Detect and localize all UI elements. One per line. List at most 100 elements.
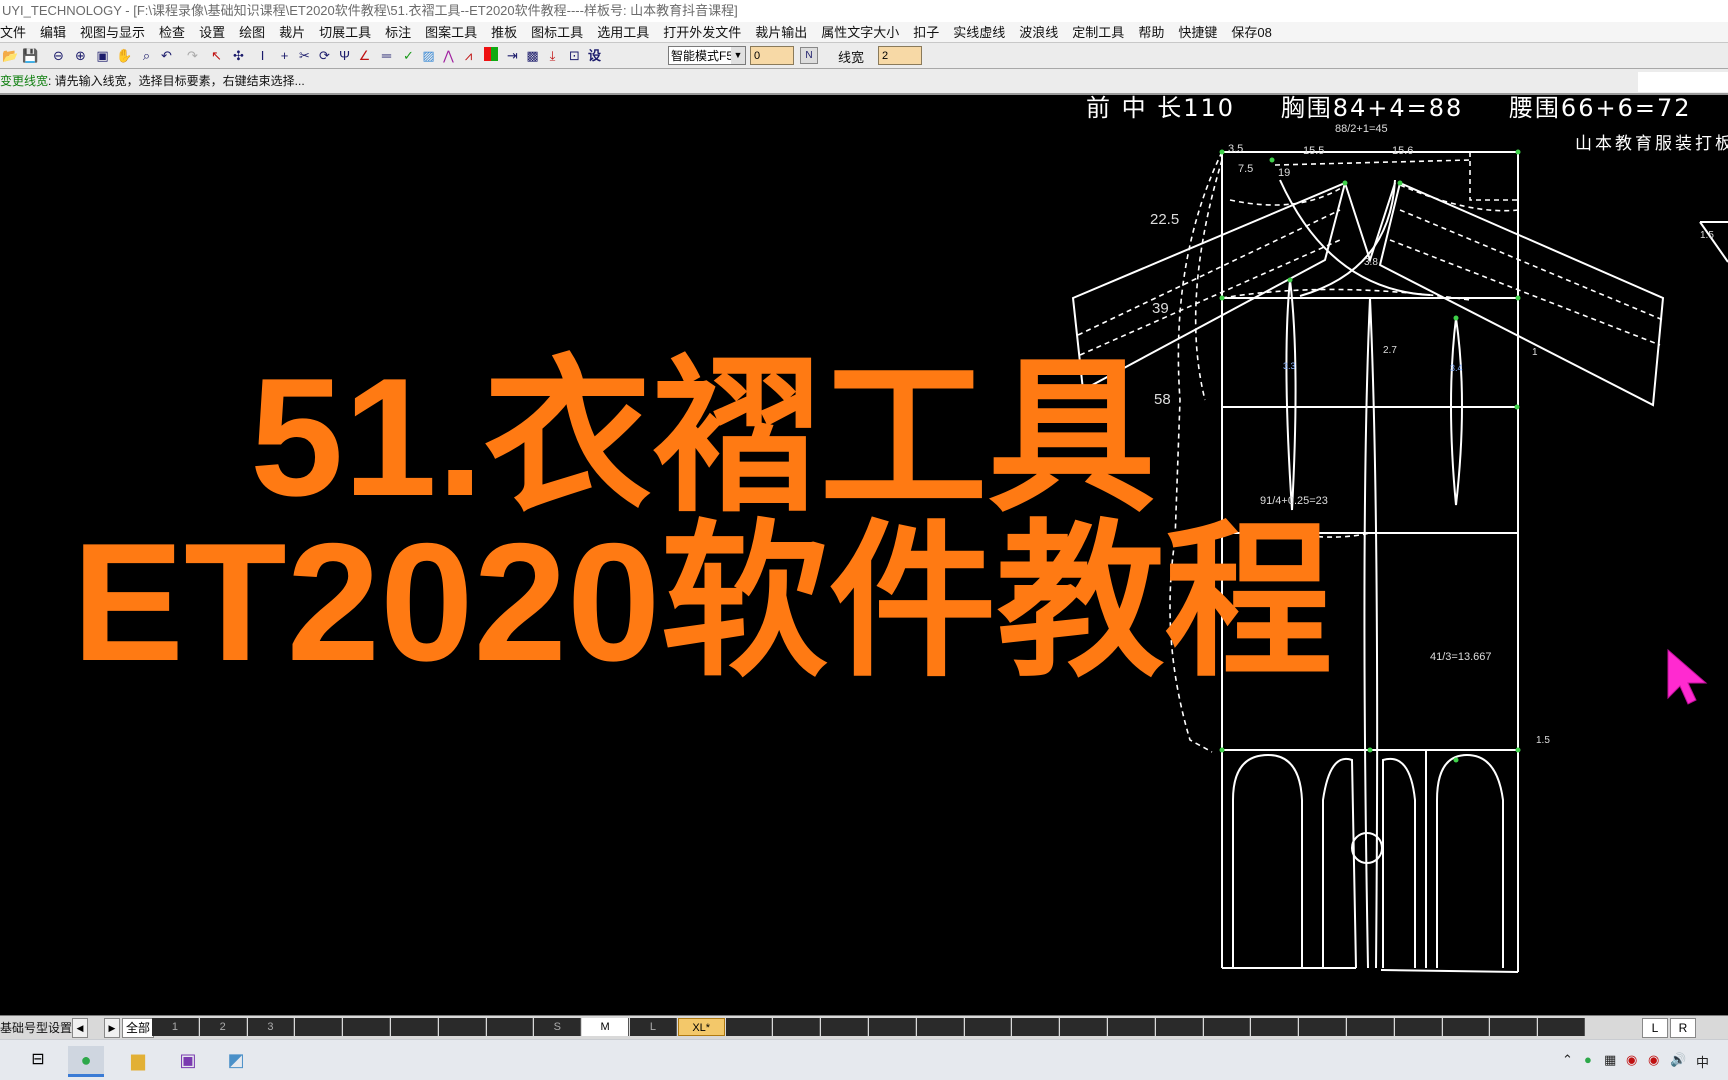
size-cell[interactable] [1347,1018,1394,1036]
menu-item[interactable]: 打开外发文件 [663,22,741,42]
menu-item[interactable]: 检查 [159,22,185,42]
arrow-down-icon[interactable]: ⤓ [544,47,561,64]
input-method-indicator[interactable]: 中 [1696,1052,1709,1071]
tray-chevron-up-icon[interactable]: ⌃ [1562,1052,1573,1068]
color-palette-icon[interactable] [482,47,499,64]
menu-item[interactable]: 实线虚线 [953,22,1005,42]
hatch-icon[interactable]: ▨ [420,47,437,64]
select-arrow-icon[interactable]: ↖ [208,47,225,64]
menu-item[interactable]: 定制工具 [1072,22,1124,42]
size-cell[interactable] [1012,1018,1060,1036]
mirror-icon[interactable]: Ψ [336,47,353,64]
menu-item[interactable]: 编辑 [40,22,66,42]
size-cell[interactable] [1299,1018,1346,1036]
tray-qq-icon[interactable]: ◉ [1626,1052,1637,1068]
menu-item[interactable]: 波浪线 [1019,22,1058,42]
open-file-icon[interactable]: 📂 [2,47,19,64]
task-view-icon[interactable]: ⊟ [24,1046,52,1074]
size-cell[interactable] [1060,1018,1107,1036]
line-tool-icon[interactable]: ∠ [356,47,373,64]
menu-item[interactable]: 选用工具 [597,22,649,42]
paint-app-icon[interactable]: ▣ [174,1046,202,1074]
add-point-icon[interactable]: + [276,47,293,64]
size-cell[interactable] [1394,1018,1442,1036]
size-cell[interactable] [964,1018,1012,1036]
menu-item[interactable]: 标注 [385,22,411,42]
pleat-tool-icon[interactable]: ⩘ [460,47,477,64]
tray-qq2-icon[interactable]: ◉ [1648,1052,1659,1068]
settings-button[interactable]: 设 [586,47,603,64]
size-cell[interactable] [391,1018,438,1036]
size-cell[interactable] [869,1018,916,1036]
size-cell[interactable]: XL* [677,1018,725,1036]
zoom-fit-icon[interactable]: ⌕ [138,47,155,64]
size-cell[interactable] [1538,1018,1585,1036]
size-cell[interactable] [438,1018,486,1036]
size-cell[interactable]: 3 [247,1018,295,1036]
split-icon[interactable]: ⇥ [504,47,521,64]
size-cell[interactable] [1442,1018,1490,1036]
parallel-line-icon[interactable]: ═ [378,47,395,64]
all-sizes-button[interactable]: 全部 [122,1018,155,1038]
menu-item[interactable]: 帮助 [1138,22,1164,42]
menu-item[interactable]: 裁片 [279,22,305,42]
menu-item[interactable]: 推板 [491,22,517,42]
menu-item[interactable]: 视图与显示 [80,22,145,42]
check-icon[interactable]: ✓ [400,47,417,64]
move-icon[interactable]: ✣ [230,47,247,64]
size-cell[interactable] [1155,1018,1203,1036]
size-cell[interactable] [916,1018,964,1036]
menu-item[interactable]: 设置 [199,22,225,42]
size-cell[interactable] [343,1018,390,1036]
image-icon[interactable]: ▩ [524,47,541,64]
size-cell[interactable]: M [582,1018,629,1036]
file-explorer-icon[interactable]: ▆ [124,1046,152,1074]
wechat-icon[interactable]: ● [68,1046,104,1077]
line-width-input[interactable]: 2 [878,46,922,65]
undo-icon[interactable]: ↶ [158,47,175,64]
dart-icon[interactable]: ⋀ [440,47,457,64]
rotate-icon[interactable]: ⟳ [316,47,333,64]
size-cell[interactable]: 2 [199,1018,247,1036]
size-cell[interactable]: L [630,1018,677,1036]
right-button[interactable]: R [1670,1018,1696,1038]
menu-item[interactable]: 扣子 [913,22,939,42]
pan-hand-icon[interactable]: ✋ [116,47,133,64]
size-set-label[interactable]: 基础号型设置 [0,1019,72,1036]
size-cell[interactable] [1203,1018,1251,1036]
menu-item[interactable]: 图案工具 [425,22,477,42]
redo-icon[interactable]: ↷ [184,47,201,64]
drawing-canvas[interactable]: 前 中 长110 胸围84+4=88 腰围66+6=72 山本教育服装打板 88… [0,95,1728,1015]
size-cell[interactable] [295,1018,343,1036]
menu-item[interactable]: 保存08 [1231,22,1271,42]
tray-wechat-icon[interactable]: ● [1584,1052,1592,1067]
menu-item[interactable]: 图标工具 [531,22,583,42]
menu-item[interactable]: 属性文字大小 [821,22,899,42]
measure-icon[interactable]: ⊡ [566,47,583,64]
text-cursor-icon[interactable]: I [254,47,271,64]
menu-item[interactable]: 裁片输出 [755,22,807,42]
size-cell[interactable] [773,1018,821,1036]
menu-item[interactable]: 切展工具 [319,22,371,42]
command-input[interactable] [1638,72,1728,92]
unit-toggle-icon[interactable]: N [800,47,818,64]
size-cell[interactable] [725,1018,773,1036]
chevron-down-icon[interactable]: ▼ [731,47,745,64]
value-input[interactable]: 0 [750,46,794,65]
size-cell[interactable] [1108,1018,1155,1036]
zoom-window-icon[interactable]: ▣ [94,47,111,64]
menu-item[interactable]: 绘图 [239,22,265,42]
cad-app-icon[interactable]: ◩ [222,1046,250,1074]
cut-icon[interactable]: ✂ [296,47,313,64]
size-cell[interactable] [486,1018,534,1036]
size-cell[interactable] [1490,1018,1538,1036]
left-button[interactable]: L [1642,1018,1668,1038]
menu-item[interactable]: 快捷键 [1178,22,1217,42]
size-cell[interactable]: 1 [152,1018,199,1036]
save-icon[interactable]: 💾 [22,47,39,64]
tray-network-icon[interactable]: ▦ [1604,1052,1616,1068]
zoom-out-icon[interactable]: ⊖ [50,47,67,64]
size-cell[interactable] [821,1018,868,1036]
size-cell[interactable] [1251,1018,1299,1036]
mode-select[interactable]: 智能模式F5 ▼ [668,46,746,65]
